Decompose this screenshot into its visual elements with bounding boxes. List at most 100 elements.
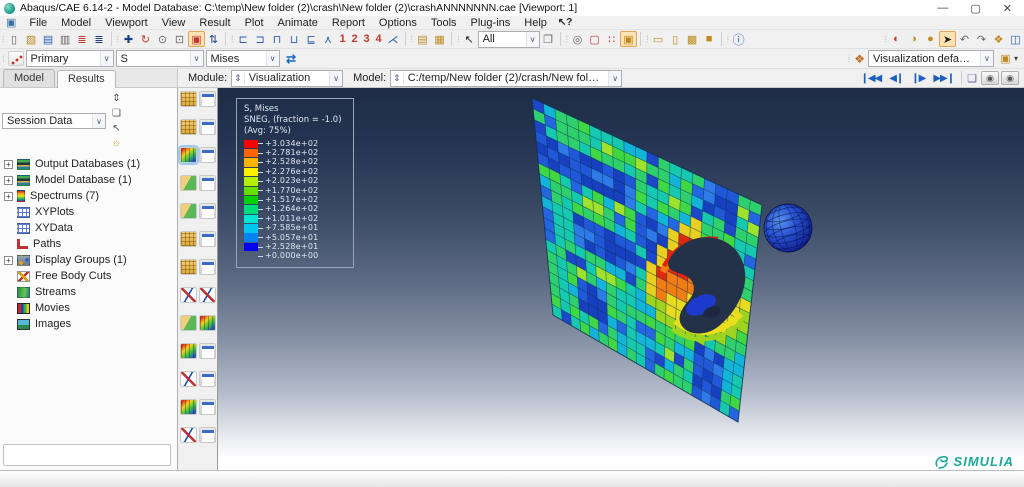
auto-fit-view-icon[interactable]: ▣	[188, 31, 205, 47]
ply-options-icon[interactable]	[199, 399, 216, 415]
tab-model[interactable]: Model	[3, 69, 55, 87]
module-info-icon[interactable]: ⓘ	[730, 31, 747, 47]
apply-bottom-view-icon[interactable]: ⊔	[286, 31, 303, 47]
query-information-icon[interactable]	[180, 259, 197, 275]
remove-displayed-icon[interactable]: ▣	[620, 31, 637, 47]
restore-session-objects-icon[interactable]: ≣	[91, 31, 108, 47]
tips-button[interactable]: ☼	[109, 136, 124, 151]
new-model-database-icon[interactable]: ▯	[6, 31, 23, 47]
ply-stack-plot-icon[interactable]	[180, 399, 197, 415]
tree-item-movies[interactable]: Movies	[0, 300, 177, 316]
replace-displayed-icon[interactable]: ▢	[586, 31, 603, 47]
expand-icon[interactable]: +	[4, 256, 13, 265]
color-code-apply-icon[interactable]: ➤	[939, 31, 956, 47]
menu-report[interactable]: Report	[325, 17, 372, 29]
model-selector[interactable]: ⇕C:/temp/New folder (2)/crash/New folder…	[390, 70, 622, 87]
selection-groups-icon[interactable]: ❐	[540, 31, 557, 47]
result-options-icon[interactable]	[199, 259, 216, 275]
xy-data-manager-icon[interactable]	[199, 287, 216, 303]
plot-state-options-icon[interactable]	[199, 427, 216, 443]
render-cube-dropdown-icon[interactable]: ▾	[1014, 54, 1018, 63]
previous-frame-button[interactable]: ◀❙	[885, 73, 907, 84]
allow-multiple-plot-states-icon[interactable]	[180, 427, 197, 443]
tree-item-streams[interactable]: Streams	[0, 284, 177, 300]
render-shaded-icon[interactable]: ▩	[684, 31, 701, 47]
view-cut-options-icon[interactable]	[199, 315, 216, 331]
render-filled-icon[interactable]: ■	[701, 31, 718, 47]
contour-options-icon[interactable]	[199, 147, 216, 163]
free-body-cut-icon[interactable]	[180, 343, 197, 359]
user-view-1-button[interactable]: 1	[337, 31, 349, 47]
activate-xy-recorder-icon[interactable]	[180, 287, 197, 303]
redo-icon[interactable]: ↷	[973, 31, 990, 47]
menu-model[interactable]: Model	[54, 17, 98, 29]
apply-field-output-icon[interactable]: ⇄	[283, 51, 300, 67]
free-body-options-icon[interactable]	[199, 343, 216, 359]
expand-icon[interactable]: +	[4, 176, 13, 185]
symbol-options-icon[interactable]	[199, 175, 216, 191]
minimize-button[interactable]: —	[937, 2, 948, 15]
color-code-initial-icon[interactable]: ◐	[888, 31, 905, 47]
menu-help[interactable]: Help	[517, 17, 554, 29]
user-view-4-button[interactable]: 4	[373, 31, 385, 47]
create-stream-icon[interactable]	[180, 371, 197, 387]
render-wireframe-icon[interactable]: ▭	[650, 31, 667, 47]
common-options-icon[interactable]	[199, 91, 216, 107]
probe-values-icon[interactable]: ▦	[431, 31, 448, 47]
menu-file[interactable]: File	[22, 17, 54, 29]
defaults-selector[interactable]: Visualization defaults∨	[868, 50, 994, 67]
print-icon[interactable]: ▥	[57, 31, 74, 47]
menu-plugins[interactable]: Plug-ins	[464, 17, 518, 29]
stream-options-icon[interactable]	[199, 371, 216, 387]
expand-icon[interactable]: +	[4, 192, 13, 201]
custom-views-icon[interactable]: ⋌	[385, 31, 402, 47]
tree-item-xyplots[interactable]: XYPlots	[0, 204, 177, 220]
rotate-view-icon[interactable]: ↻	[137, 31, 154, 47]
plot-contours-icon[interactable]	[180, 147, 197, 163]
tree-item-spectrums[interactable]: +Spectrums (7)	[0, 188, 177, 204]
tree-item-images[interactable]: Images	[0, 316, 177, 332]
view-cut-icon[interactable]	[180, 315, 197, 331]
pan-view-icon[interactable]: ✚	[120, 31, 137, 47]
menu-options[interactable]: Options	[372, 17, 424, 29]
color-code-solid-icon[interactable]: ●	[922, 31, 939, 47]
link-viewports-icon[interactable]: ❏	[967, 72, 977, 85]
module-selector[interactable]: ⇕Visualization∨	[231, 70, 343, 87]
tree-item-paths[interactable]: Paths	[0, 236, 177, 252]
viewport-canvas[interactable]: S, Mises SNEG, (fraction = -1.0) (Avg: 7…	[218, 88, 1024, 470]
open-icon[interactable]: ▨	[23, 31, 40, 47]
tab-results[interactable]: Results	[57, 70, 116, 88]
first-frame-button[interactable]: ❙◀◀	[856, 73, 885, 84]
tree-scope-selector[interactable]: Session Data∨	[2, 113, 106, 129]
menu-viewport[interactable]: Viewport	[98, 17, 155, 29]
menu-tools[interactable]: Tools	[424, 17, 464, 29]
animation-options-icon[interactable]	[199, 231, 216, 247]
maximize-button[interactable]: ▢	[970, 2, 980, 15]
window-menu-icon[interactable]: ▣	[6, 16, 16, 29]
add-displayed-icon[interactable]: ∷	[603, 31, 620, 47]
query-information-icon[interactable]: ▤	[414, 31, 431, 47]
refinement-selector[interactable]: Mises∨	[206, 50, 280, 67]
tree-item-free-body-cuts[interactable]: Free Body Cuts	[0, 268, 177, 284]
save-session-objects-icon[interactable]: ≣	[74, 31, 91, 47]
box-zoom-view-icon[interactable]: ⊡	[171, 31, 188, 47]
color-code-combined-icon[interactable]: ◑	[905, 31, 922, 47]
render-hidden-icon[interactable]: ▯	[667, 31, 684, 47]
tree-item-xydata[interactable]: XYData	[0, 220, 177, 236]
plot-material-orientations-icon[interactable]	[180, 203, 197, 219]
tree-item-model-database[interactable]: +Model Database (1)	[0, 172, 177, 188]
menu-animate[interactable]: Animate	[271, 17, 325, 29]
record-animation-icon[interactable]: ◉	[1001, 71, 1019, 85]
options-table-icon[interactable]: ◫	[1007, 31, 1024, 47]
select-entities-icon[interactable]: ↖	[461, 31, 478, 47]
superimpose-options-icon[interactable]	[199, 119, 216, 135]
apply-left-view-icon[interactable]: ⊑	[303, 31, 320, 47]
display-group-manager-icon[interactable]: ◎	[569, 31, 586, 47]
select-in-tree-button[interactable]: ↖	[109, 121, 124, 136]
plot-symbols-icon[interactable]	[180, 175, 197, 191]
expand-container-button[interactable]: ❏	[109, 106, 124, 121]
apply-top-view-icon[interactable]: ⊓	[269, 31, 286, 47]
animate-time-history-icon[interactable]	[180, 231, 197, 247]
menu-view[interactable]: View	[155, 17, 193, 29]
selection-filter-combo[interactable]: All∨	[478, 31, 540, 48]
